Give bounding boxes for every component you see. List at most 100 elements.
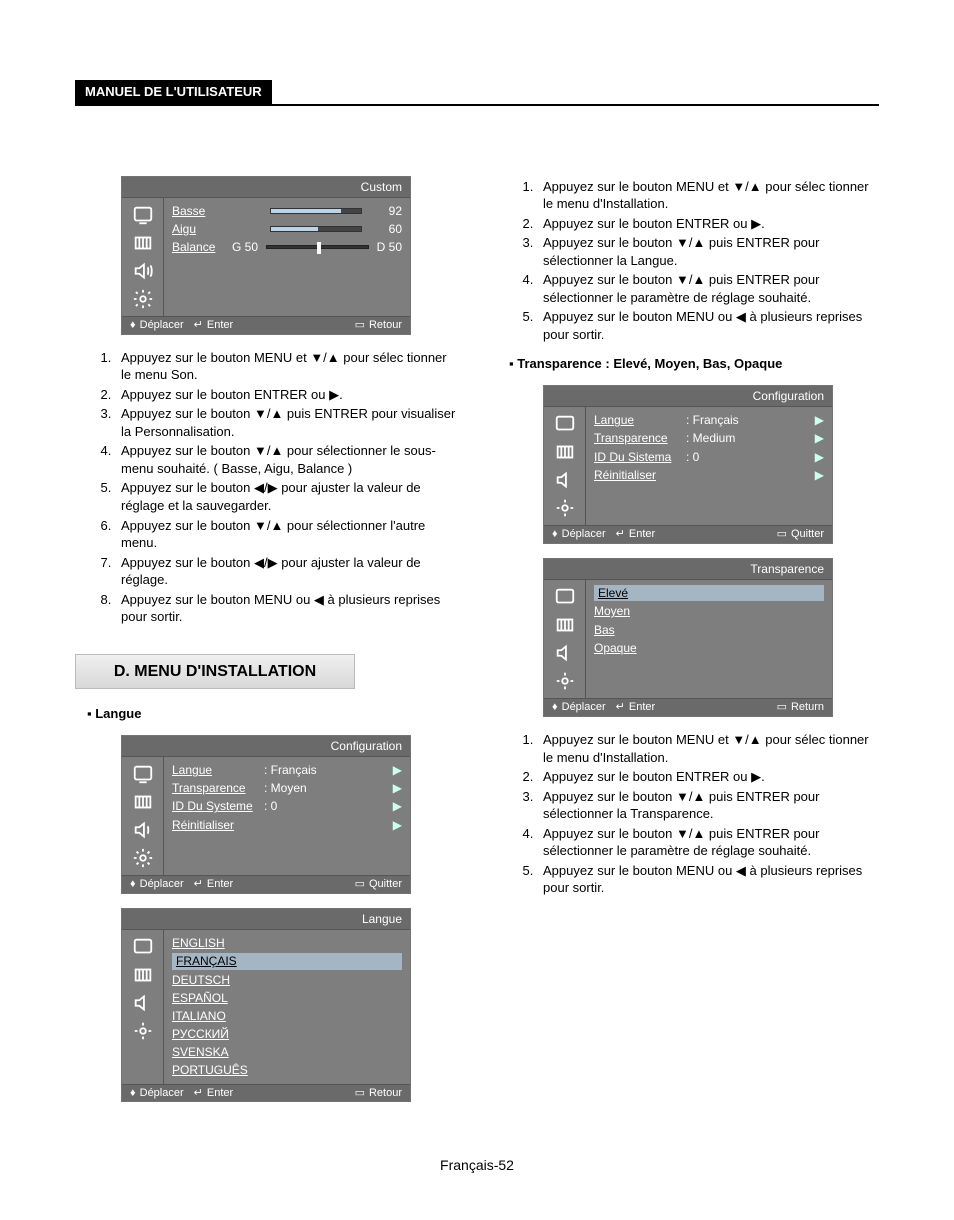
osd-row[interactable]: Langue: Français▶ — [172, 761, 402, 779]
steps-transparence: Appuyez sur le bouton MENU et ▼/▲ pour s… — [497, 731, 879, 897]
osd-title: Langue — [122, 909, 410, 930]
chevron-right-icon: ▶ — [815, 412, 824, 428]
osd-title: Transparence — [544, 559, 832, 580]
step: Appuyez sur le bouton MENU et ▼/▲ pour s… — [537, 731, 879, 766]
list-item[interactable]: ENGLISH — [172, 934, 402, 952]
step: Appuyez sur le bouton MENU et ▼/▲ pour s… — [537, 178, 879, 213]
foot-move: ♦ Déplacer — [552, 700, 606, 715]
bars-icon — [132, 232, 154, 254]
picture-icon — [132, 936, 154, 958]
picture-icon — [132, 763, 154, 785]
chevron-right-icon: ▶ — [815, 449, 824, 465]
osd-row[interactable]: Réinitialiser▶ — [172, 816, 402, 834]
page-number: Français-52 — [75, 1156, 879, 1175]
foot-exit: ▭ Quitter — [355, 877, 402, 892]
osd-row-balance[interactable]: Balance G 50 D 50 — [172, 238, 402, 256]
step: Appuyez sur le bouton ▼/▲ puis ENTRER po… — [537, 234, 879, 269]
gear-icon — [554, 670, 576, 692]
foot-exit: ▭ Quitter — [777, 527, 824, 542]
osd-icon-rail — [544, 580, 586, 698]
step: Appuyez sur le bouton ◀/▶ pour ajuster l… — [115, 479, 457, 514]
step: Appuyez sur le bouton ◀/▶ pour ajuster l… — [115, 554, 457, 589]
foot-move: ♦ Déplacer — [130, 318, 184, 333]
osd-icon-rail — [544, 407, 586, 525]
speaker-icon — [554, 642, 576, 664]
chevron-right-icon: ▶ — [815, 467, 824, 483]
foot-move: ♦ Déplacer — [552, 527, 606, 542]
osd-row-basse[interactable]: Basse 92 — [172, 202, 402, 220]
value: 60 — [372, 221, 402, 237]
osd-row[interactable]: Transparence: Moyen▶ — [172, 779, 402, 797]
list-item[interactable]: ESPAÑOL — [172, 989, 402, 1007]
speaker-icon — [554, 469, 576, 491]
osd-title: Configuration — [544, 386, 832, 407]
osd-icon-rail — [122, 198, 164, 316]
list-item[interactable]: SVENSKA — [172, 1043, 402, 1061]
foot-enter: ↵ Enter — [194, 1086, 234, 1101]
slider[interactable] — [266, 245, 369, 249]
osd-transparence-list: Transparence Elevé Moyen Bas Opaque — [543, 558, 833, 717]
foot-move: ♦ Déplacer — [130, 877, 184, 892]
step: Appuyez sur le bouton MENU ou ◀ à plusie… — [537, 308, 879, 343]
list-item[interactable]: FRANÇAIS — [172, 952, 402, 970]
osd-row[interactable]: Réinitialiser▶ — [594, 466, 824, 484]
speaker-icon — [132, 260, 154, 282]
bars-icon — [554, 614, 576, 636]
osd-title: Custom — [122, 177, 410, 198]
osd-row[interactable]: ID Du Systeme: 0▶ — [172, 797, 402, 815]
foot-enter: ↵ Enter — [616, 527, 656, 542]
value: 92 — [372, 203, 402, 219]
step: Appuyez sur le bouton ENTRER ou ▶. — [537, 215, 879, 233]
list-item[interactable]: PORTUGUÊS — [172, 1061, 402, 1079]
balance-right: D 50 — [377, 239, 402, 255]
bars-icon — [132, 964, 154, 986]
foot-exit: ▭ Retour — [355, 1086, 402, 1101]
step: Appuyez sur le bouton ▼/▲ puis ENTRER po… — [115, 405, 457, 440]
speaker-icon — [132, 992, 154, 1014]
label: Balance — [172, 239, 228, 255]
osd-row-aigu[interactable]: Aigu 60 — [172, 220, 402, 238]
picture-icon — [554, 413, 576, 435]
picture-icon — [554, 586, 576, 608]
chevron-right-icon: ▶ — [393, 780, 402, 796]
slider[interactable] — [270, 208, 362, 214]
foot-exit: ▭ Retour — [355, 318, 402, 333]
picture-icon — [132, 204, 154, 226]
subhead-langue: Langue — [87, 705, 457, 723]
list-item[interactable]: DEUTSCH — [172, 971, 402, 989]
osd-config: Configuration Langue: Français▶ Transpar… — [121, 735, 411, 894]
foot-enter: ↵ Enter — [194, 318, 234, 333]
header-bar: MANUEL DE L'UTILISATEUR — [75, 80, 879, 106]
label: Basse — [172, 203, 260, 219]
foot-move: ♦ Déplacer — [130, 1086, 184, 1101]
step: Appuyez sur le bouton MENU ou ◀ à plusie… — [537, 862, 879, 897]
list-item[interactable]: Elevé — [594, 584, 824, 602]
step: Appuyez sur le bouton ENTRER ou ▶. — [537, 768, 879, 786]
balance-left: G 50 — [232, 239, 258, 255]
label: Aigu — [172, 221, 260, 237]
list-item[interactable]: Moyen — [594, 602, 824, 620]
chevron-right-icon: ▶ — [393, 798, 402, 814]
step: Appuyez sur le bouton ▼/▲ puis ENTRER po… — [537, 271, 879, 306]
step: Appuyez sur le bouton ▼/▲ puis ENTRER po… — [537, 825, 879, 860]
list-item[interactable]: ITALIANO — [172, 1007, 402, 1025]
chevron-right-icon: ▶ — [393, 817, 402, 833]
gear-icon — [554, 497, 576, 519]
osd-icon-rail — [122, 757, 164, 875]
slider[interactable] — [270, 226, 362, 232]
subhead-transparence: Transparence : Elevé, Moyen, Bas, Opaque — [509, 355, 879, 373]
header-tab: MANUEL DE L'UTILISATEUR — [75, 80, 272, 104]
list-item[interactable]: РУССКИЙ — [172, 1025, 402, 1043]
step: Appuyez sur le bouton ENTRER ou ▶. — [115, 386, 457, 404]
osd-langue-list: Langue ENGLISH FRANÇAIS DEUTSCH ESPAÑOL … — [121, 908, 411, 1103]
foot-enter: ↵ Enter — [194, 877, 234, 892]
bars-icon — [132, 791, 154, 813]
list-item[interactable]: Bas — [594, 621, 824, 639]
steps-install: Appuyez sur le bouton MENU et ▼/▲ pour s… — [497, 178, 879, 344]
osd-config-2: Configuration Langue: Français▶ Transpar… — [543, 385, 833, 544]
osd-row[interactable]: ID Du Sistema: 0▶ — [594, 448, 824, 466]
list-item[interactable]: Opaque — [594, 639, 824, 657]
osd-row[interactable]: Langue: Français▶ — [594, 411, 824, 429]
osd-row[interactable]: Transparence: Medium▶ — [594, 429, 824, 447]
section-d-title: D. MENU D'INSTALLATION — [75, 654, 355, 690]
